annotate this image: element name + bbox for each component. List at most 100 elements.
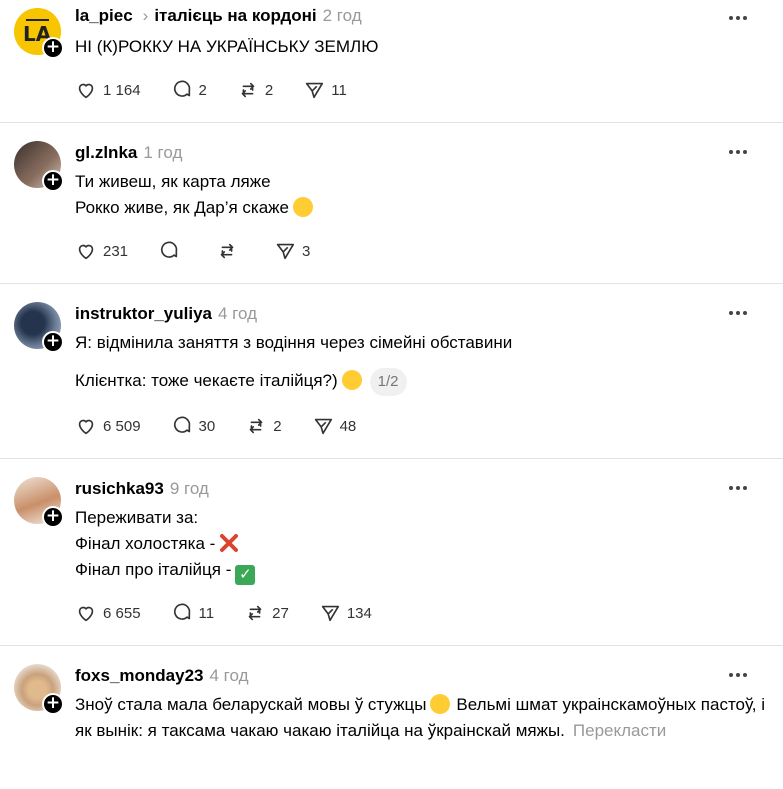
- comment-icon: [173, 603, 190, 620]
- share-count: 3: [302, 242, 311, 260]
- avatar[interactable]: +: [14, 664, 64, 715]
- timestamp: 4 год: [218, 304, 258, 323]
- heart-icon: [78, 244, 94, 260]
- like-button[interactable]: 1 164: [75, 79, 141, 101]
- like-count: 1 164: [103, 81, 141, 99]
- like-count: 6 655: [103, 604, 141, 622]
- repost-count: 27: [272, 604, 289, 622]
- repost-button[interactable]: [216, 240, 244, 262]
- post-actions: 6 655 11 27 134: [75, 601, 402, 625]
- comment-icon: [173, 416, 190, 433]
- translate-link[interactable]: Перекласти: [573, 721, 666, 740]
- post: + foxs_monday23 4 год Зноў стала мала бел…: [0, 646, 783, 789]
- share-button[interactable]: 11: [303, 79, 347, 101]
- comment-button[interactable]: 11: [171, 602, 215, 624]
- heart-icon: [78, 83, 94, 99]
- username[interactable]: rusichka93: [75, 479, 164, 498]
- post-header: rusichka93 9 год: [75, 479, 209, 499]
- share-count: 134: [346, 604, 372, 622]
- like-count: 6 509: [103, 417, 141, 435]
- timestamp: 4 год: [209, 666, 249, 685]
- repost-count: 2: [273, 417, 282, 435]
- post-text-line: Я: відмінила заняття з водіння через сім…: [75, 333, 513, 352]
- post-actions: 6 509 30 2 48: [75, 414, 386, 438]
- post-text-line: Фінал холостяка -: [75, 534, 216, 553]
- post-text-line: НІ (К)РОККУ НА УКРАЇНСЬКУ ЗЕМЛЮ: [75, 37, 379, 56]
- post-header: foxs_monday23 4 год: [75, 666, 249, 686]
- comment-icon: [161, 241, 178, 258]
- like-count: 231: [103, 242, 129, 260]
- avatar[interactable]: +: [14, 302, 64, 353]
- post-text-line: Зноў стала мала беларускай мовы ў стужцы: [75, 695, 427, 714]
- comment-button[interactable]: 2: [171, 79, 207, 101]
- carousel-pager[interactable]: 1/2: [369, 368, 407, 396]
- username[interactable]: la_piec: [75, 6, 133, 25]
- sad-face-emoji-icon: [430, 694, 451, 714]
- grinning-sweat-emoji-icon: [293, 197, 313, 217]
- more-options-icon[interactable]: [729, 311, 749, 317]
- post-actions: 1 164 2 2 11: [75, 78, 377, 102]
- cross-mark-emoji-icon: [220, 534, 239, 552]
- send-icon: [321, 605, 339, 622]
- post-text: Я: відмінила заняття з водіння через сім…: [75, 330, 512, 396]
- post-text-line: Фінал про італійця -: [75, 560, 232, 579]
- comment-icon: [173, 80, 190, 97]
- post-text: Ти живеш, як карта ляже Рокко живе, як Д…: [75, 169, 313, 221]
- share-count: 11: [331, 81, 347, 99]
- like-button[interactable]: 6 655: [75, 602, 141, 624]
- post: LA + la_piec › італієць на кордоні 2 год НІ…: [0, 0, 783, 122]
- post-text: Переживати за: Фінал холостяка - Фінал п…: [75, 505, 256, 585]
- post-header: instruktor_yuliya 4 год: [75, 304, 257, 324]
- share-button[interactable]: 48: [312, 415, 356, 437]
- avatar[interactable]: +: [14, 141, 64, 192]
- comment-button[interactable]: 30: [171, 415, 216, 437]
- repost-button[interactable]: 2: [237, 79, 273, 101]
- more-options-icon[interactable]: [729, 150, 749, 156]
- post: + instruktor_yuliya 4 год Я: відмінила за…: [0, 284, 783, 458]
- heart-icon: [78, 606, 94, 622]
- username[interactable]: gl.zlnka: [75, 143, 137, 162]
- post-text-line: Клієнтка: тоже чекаєте італійця?): [75, 371, 338, 390]
- thread-name[interactable]: італієць на кордоні: [154, 6, 316, 25]
- share-button[interactable]: 134: [319, 602, 372, 624]
- repost-count: 2: [264, 81, 274, 99]
- username[interactable]: foxs_monday23: [75, 666, 204, 685]
- timestamp: 1 год: [143, 143, 183, 162]
- timestamp: 9 год: [169, 479, 209, 498]
- username[interactable]: instruktor_yuliya: [75, 304, 212, 323]
- more-options-icon[interactable]: [729, 673, 749, 679]
- like-button[interactable]: 231: [75, 240, 128, 262]
- check-mark-emoji-icon: ✓: [235, 565, 256, 585]
- chevron-right-icon: ›: [142, 6, 149, 25]
- post: + gl.zlnka 1 год Ти живеш, як карта ляже …: [0, 123, 783, 283]
- follow-plus-icon[interactable]: +: [42, 506, 64, 528]
- follow-plus-icon[interactable]: +: [42, 37, 64, 59]
- avatar[interactable]: +: [14, 477, 64, 528]
- comment-count: 30: [198, 417, 216, 435]
- timestamp: 2 год: [322, 6, 362, 25]
- follow-plus-icon[interactable]: +: [42, 331, 64, 353]
- post-actions: 231 3: [75, 239, 340, 263]
- repost-button[interactable]: 27: [244, 602, 289, 624]
- post-header: la_piec › італієць на кордоні 2 год: [75, 6, 362, 26]
- comment-button[interactable]: [158, 240, 186, 262]
- follow-plus-icon[interactable]: +: [42, 693, 64, 715]
- send-icon: [306, 82, 324, 99]
- more-options-icon[interactable]: [729, 486, 749, 492]
- comment-count: 11: [198, 604, 215, 622]
- avatar[interactable]: LA +: [14, 8, 64, 59]
- post-text: Зноў стала мала беларускай мовы ў стужцы…: [75, 692, 765, 744]
- post-text-line: Переживати за:: [75, 508, 199, 527]
- like-button[interactable]: 6 509: [75, 415, 141, 437]
- share-button[interactable]: 3: [274, 240, 310, 262]
- post-text-line: Рокко живе, як Дар’я скаже: [75, 198, 289, 217]
- repost-button[interactable]: 2: [245, 415, 282, 437]
- post-text-line: Ти живеш, як карта ляже: [75, 172, 271, 191]
- post: + rusichka93 9 год Переживати за: Фінал х…: [0, 459, 783, 645]
- more-options-icon[interactable]: [729, 16, 749, 22]
- heart-icon: [78, 419, 94, 435]
- repost-icon: [249, 418, 263, 434]
- follow-plus-icon[interactable]: +: [42, 170, 64, 192]
- repost-icon: [241, 82, 255, 98]
- post-header: gl.zlnka 1 год: [75, 143, 182, 163]
